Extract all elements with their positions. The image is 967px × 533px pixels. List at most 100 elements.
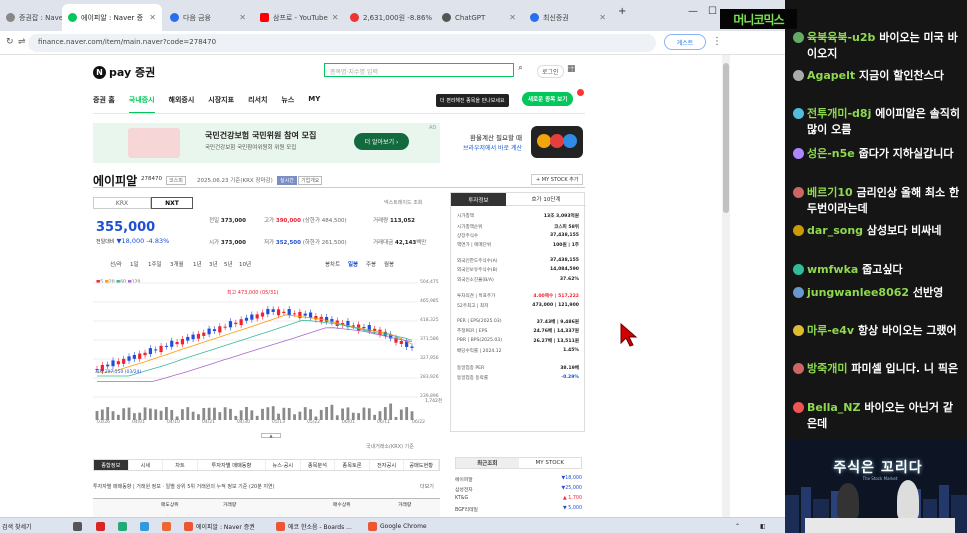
tray-icon[interactable]: ⌃ <box>735 520 740 532</box>
menu-dots-icon[interactable]: ⋮ <box>712 36 722 47</box>
tab-news[interactable]: 뉴스·공시 <box>266 460 301 470</box>
chat-username[interactable]: 육북육북-u2b <box>807 31 875 44</box>
close-icon[interactable]: ✕ <box>509 13 516 22</box>
period-button[interactable]: 3년 <box>209 260 218 268</box>
browser-tab[interactable]: ChatGPT ✕ <box>436 4 522 31</box>
maximize-icon[interactable]: ☐ <box>708 6 717 17</box>
nav-item[interactable]: 시장지표 <box>208 95 234 114</box>
realtime-badge[interactable]: 실시간 <box>277 176 297 185</box>
chat-username[interactable]: 성은-n5e <box>807 147 855 160</box>
chat-username[interactable]: Bella_NZ <box>807 401 861 414</box>
recent-item[interactable]: KT&G ▲ 1,700 <box>455 496 582 501</box>
service-grid-icon[interactable]: ▦ <box>567 64 576 74</box>
taskbar-chrome-window[interactable]: 에이피알 : Naver 증권 <box>184 520 255 532</box>
naver-pay-logo[interactable]: N pay 증권 <box>93 64 155 80</box>
period-button[interactable]: 1년 <box>193 260 202 268</box>
tab-recent[interactable]: 최근조회 <box>456 458 519 468</box>
nav-item-active[interactable]: 국내증시 <box>128 95 155 114</box>
add-mystock-button[interactable]: + MY STOCK 추가 <box>531 174 584 185</box>
recent-item[interactable]: BGF리테일 ▼ 5,000 <box>455 506 582 513</box>
browser-tab[interactable]: 2,631,000원 -8.86% ✕ <box>344 4 434 31</box>
tab-nxt[interactable]: NXT <box>151 197 193 209</box>
period-button[interactable]: 1일 <box>130 260 139 268</box>
taskbar-chrome-window[interactable]: 에코 한소음 - Boards ... <box>276 520 352 532</box>
taskbar-app-icon[interactable] <box>73 520 82 532</box>
recent-item[interactable]: 에이피알 ▼18,000 <box>455 476 582 483</box>
close-icon[interactable]: ✕ <box>149 13 156 22</box>
new-stock-button[interactable]: 새로운 종목 보기 <box>522 92 574 106</box>
nav-item[interactable]: 리서치 <box>248 95 267 114</box>
stream-video[interactable]: 주식은 꼬리다 The Stock Market <box>785 440 967 533</box>
close-icon[interactable]: ✕ <box>239 13 246 22</box>
search-icon[interactable]: ⌕ <box>514 63 527 77</box>
tab-chart[interactable]: 차트 <box>163 460 198 470</box>
chat-username[interactable]: 전투개미-d8j <box>807 107 871 120</box>
tab-mystock[interactable]: MY STOCK <box>519 458 582 468</box>
chat-username[interactable]: dar_song <box>807 224 863 237</box>
search-input[interactable]: 종목명·지수명 입력 <box>324 63 514 77</box>
browser-tab-active[interactable]: 에이피알 : Naver 증 ✕ <box>62 4 162 31</box>
new-tab-icon[interactable]: + <box>618 6 626 17</box>
period-button[interactable]: 1주일 <box>148 260 162 268</box>
ad2-line2[interactable]: 브라우저에서 바로 계산 <box>452 143 522 152</box>
company-overview-badge[interactable]: 기업개요 <box>298 176 323 185</box>
chat-username[interactable]: 베르기10 <box>807 186 853 199</box>
ad2-logo[interactable] <box>531 126 583 158</box>
close-icon[interactable]: ✕ <box>332 13 339 22</box>
ad-more-button[interactable]: 더 알아보기 › <box>354 133 409 150</box>
nextrade-link[interactable]: 넥스트레이드 조회 <box>384 199 422 206</box>
close-icon[interactable]: ✕ <box>599 13 606 22</box>
chat-username[interactable]: Agapelt <box>807 69 855 82</box>
profile-button[interactable]: 게스트 <box>664 34 706 50</box>
more-link[interactable]: 더보기 <box>420 483 434 490</box>
tab-quote[interactable]: 시세 <box>129 460 164 470</box>
browser-tab[interactable]: 다음 금융 ✕ <box>164 4 252 31</box>
chat-username[interactable]: jungwanlee8062 <box>807 286 909 299</box>
tab-analysis[interactable]: 종목분석 <box>301 460 336 470</box>
chart-type-button[interactable]: 월봉 <box>384 260 394 268</box>
period-button[interactable]: 10년 <box>239 260 251 268</box>
chart-type-button-active[interactable]: 일봉 <box>348 260 358 268</box>
tab-disclosure[interactable]: 전자공시 <box>370 460 405 470</box>
chart-type-button[interactable]: 주봉 <box>366 260 376 268</box>
chart-expand-handle[interactable]: ▲ <box>261 433 281 438</box>
x-axis-labels: 03/26 04/01 04/10 04/21 04/30 05/13 05/22 06/01… <box>93 420 428 428</box>
ad-banner[interactable]: 국민건강보험 국민위원 참여 모집 국민건강보험 국민참여위원회 위원 모집 더… <box>93 123 440 163</box>
scrollbar-thumb[interactable] <box>723 63 729 213</box>
tab-discussion[interactable]: 종목토론 <box>335 460 370 470</box>
login-button[interactable]: 로그인 <box>537 65 564 78</box>
tab-short-selling[interactable]: 공매도현황 <box>404 460 439 470</box>
browser-tab[interactable]: 삼프로 - YouTube ✕ <box>254 4 342 31</box>
url-field[interactable]: finance.naver.com/item/main.naver?code=2… <box>28 34 656 52</box>
tab-krx[interactable]: KRX <box>93 197 151 209</box>
nav-item[interactable]: 증권 홈 <box>93 95 115 114</box>
minimize-icon[interactable]: — <box>688 6 698 17</box>
nav-item[interactable]: 뉴스 <box>281 95 294 114</box>
taskbar-app-icon[interactable] <box>96 520 105 532</box>
chart-type-button[interactable]: 봉차트 <box>325 260 340 268</box>
taskbar-app-icon[interactable] <box>162 520 171 532</box>
period-button[interactable]: 3개월 <box>170 260 184 268</box>
taskbar-app-icon[interactable] <box>140 520 149 532</box>
taskbar-app-icon[interactable] <box>118 520 127 532</box>
tab-orderbook[interactable]: 호가 10단계 <box>506 193 586 206</box>
period-button[interactable]: 선/라 <box>110 260 122 268</box>
browser-tab[interactable]: 최신증권 ✕ <box>524 4 612 31</box>
reload-icon[interactable]: ↻ <box>6 37 14 47</box>
recent-item[interactable]: 삼성전자 ▼25,000 <box>455 486 582 493</box>
taskbar-chrome-window[interactable]: Google Chrome <box>368 520 427 532</box>
chat-username[interactable]: 마루-e4v <box>807 324 854 337</box>
tray-icon[interactable]: ◧ <box>760 520 766 532</box>
site-info-icon[interactable]: ⇌ <box>18 37 26 47</box>
vertical-scrollbar[interactable] <box>722 55 730 517</box>
chat-username[interactable]: wmfwka <box>807 263 858 276</box>
period-button[interactable]: 5년 <box>224 260 233 268</box>
nav-item[interactable]: MY <box>308 95 320 114</box>
chat-username[interactable]: 방죽개미 <box>807 362 847 375</box>
browser-tab[interactable]: 증권잡 : Naver ... <box>0 4 62 31</box>
nav-item[interactable]: 해외증시 <box>169 95 195 114</box>
tab-investor-trend[interactable]: 투자자별 매매동향 <box>198 460 266 470</box>
tab-summary[interactable]: 종합정보 <box>94 460 129 470</box>
taskbar-search[interactable]: 검색 찾세기 <box>2 520 32 532</box>
tab-investment-info[interactable]: 투자정보 <box>451 193 506 206</box>
